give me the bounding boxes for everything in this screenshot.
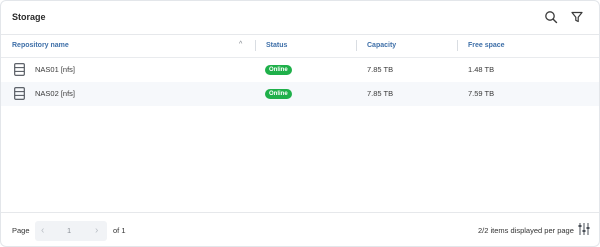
search-button[interactable]: [543, 9, 559, 25]
free-space-value: 7.59 TB: [468, 89, 495, 98]
table-footer: Page ‹ 1 › of 1 2/2 items displayed per …: [1, 212, 599, 246]
page-number-input[interactable]: 1: [67, 226, 71, 235]
repository-name: NAS01 [nfs]: [35, 65, 76, 74]
panel-header: Storage: [1, 1, 599, 35]
page-count-label: of 1: [113, 226, 126, 235]
table-header: Repository name ^ Status Capacity Free s…: [1, 35, 599, 58]
column-settings-icon[interactable]: [578, 222, 590, 236]
column-divider[interactable]: [457, 40, 458, 51]
pagination-control: ‹ 1 ›: [35, 221, 107, 241]
status-badge: Online: [265, 89, 292, 99]
panel-title: Storage: [12, 12, 46, 22]
col-status[interactable]: Status: [266, 42, 287, 49]
column-divider[interactable]: [255, 40, 256, 51]
col-free-space[interactable]: Free space: [468, 42, 505, 49]
capacity-value: 7.85 TB: [367, 65, 394, 74]
col-capacity[interactable]: Capacity: [367, 42, 396, 49]
next-page-button[interactable]: ›: [95, 225, 98, 236]
prev-page-button[interactable]: ‹: [41, 225, 44, 236]
col-repository-name[interactable]: Repository name: [12, 42, 69, 49]
free-space-value: 1.48 TB: [468, 65, 495, 74]
filter-icon: [571, 11, 583, 23]
storage-icon: [14, 87, 25, 100]
repository-name: NAS02 [nfs]: [35, 89, 76, 98]
table-row[interactable]: NAS02 [nfs] Online 7.85 TB 7.59 TB: [1, 82, 599, 106]
capacity-value: 7.85 TB: [367, 89, 394, 98]
search-icon: [545, 11, 558, 24]
page-label: Page: [12, 226, 30, 235]
storage-panel: Storage Repository name ^ Status Capacit…: [0, 0, 600, 247]
status-badge: Online: [265, 65, 292, 75]
items-per-page-label: 2/2 items displayed per page: [478, 226, 574, 235]
sort-ascending-icon[interactable]: ^: [239, 41, 242, 48]
storage-icon: [14, 63, 25, 76]
column-divider[interactable]: [356, 40, 357, 51]
filter-button[interactable]: [569, 9, 585, 25]
table-row[interactable]: NAS01 [nfs] Online 7.85 TB 1.48 TB: [1, 58, 599, 82]
